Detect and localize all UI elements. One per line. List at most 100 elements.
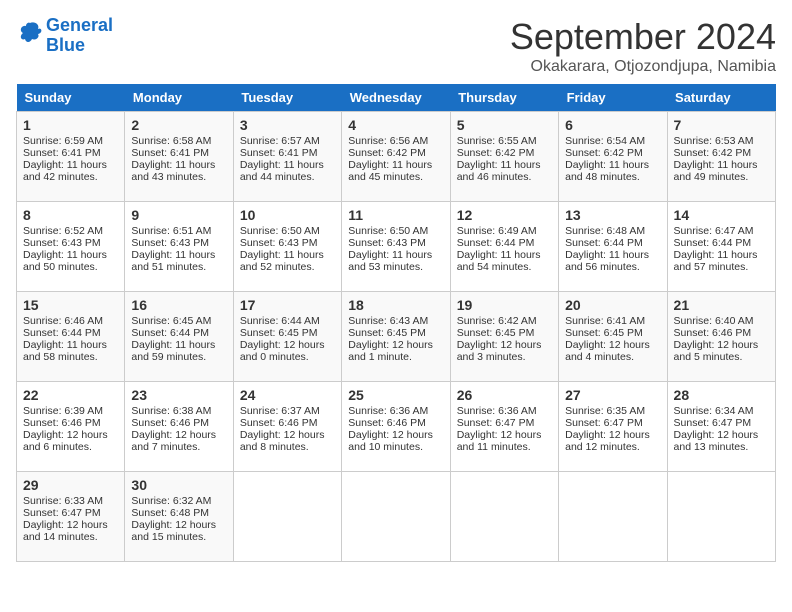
cell-line: Daylight: 11 hours bbox=[131, 249, 226, 261]
day-number: 12 bbox=[457, 207, 552, 223]
cell-line: Sunset: 6:46 PM bbox=[674, 327, 769, 339]
cell-line: Sunrise: 6:48 AM bbox=[565, 225, 660, 237]
cell-line: Sunrise: 6:50 AM bbox=[240, 225, 335, 237]
week-row-2: 8Sunrise: 6:52 AMSunset: 6:43 PMDaylight… bbox=[17, 202, 776, 292]
calendar-cell: 24 Sunrise: 6:37 AMSunset: 6:46 PMDayligh… bbox=[233, 382, 341, 472]
cell-line: Sunset: 6:44 PM bbox=[674, 237, 769, 249]
cell-line: Sunset: 6:44 PM bbox=[457, 237, 552, 249]
cell-line: Daylight: 12 hours bbox=[565, 339, 660, 351]
cell-line: Daylight: 12 hours bbox=[348, 339, 443, 351]
cell-line: Sunset: 6:41 PM bbox=[131, 147, 226, 159]
day-number: 23 bbox=[131, 387, 226, 403]
cell-line: and 46 minutes. bbox=[457, 171, 552, 183]
cell-line: Daylight: 12 hours bbox=[565, 429, 660, 441]
cell-line: and 7 minutes. bbox=[131, 441, 226, 453]
calendar-cell bbox=[233, 472, 341, 562]
calendar-cell: 7Sunrise: 6:53 AMSunset: 6:42 PMDaylight… bbox=[667, 112, 775, 202]
col-header-monday: Monday bbox=[125, 84, 233, 112]
day-number: 17 bbox=[240, 297, 335, 313]
cell-line: Daylight: 11 hours bbox=[565, 159, 660, 171]
cell-line: Sunrise: 6:55 AM bbox=[457, 135, 552, 147]
cell-line: Sunset: 6:46 PM bbox=[23, 417, 118, 429]
calendar-cell: 22Sunrise: 6:39 AMSunset: 6:46 PMDayligh… bbox=[17, 382, 125, 472]
cell-line: Daylight: 11 hours bbox=[131, 159, 226, 171]
cell-line: Daylight: 11 hours bbox=[240, 249, 335, 261]
cell-line: Sunset: 6:46 PM bbox=[131, 417, 226, 429]
day-number: 3 bbox=[240, 117, 335, 133]
cell-line: Daylight: 12 hours bbox=[674, 429, 769, 441]
day-number: 15 bbox=[23, 297, 118, 313]
cell-line: Sunrise: 6:38 AM bbox=[131, 405, 226, 417]
cell-line: Sunset: 6:42 PM bbox=[565, 147, 660, 159]
day-number: 22 bbox=[23, 387, 118, 403]
logo-icon bbox=[16, 19, 44, 47]
day-number: 24 bbox=[240, 387, 335, 403]
cell-line: Sunset: 6:45 PM bbox=[348, 327, 443, 339]
cell-line: and 49 minutes. bbox=[674, 171, 769, 183]
day-number: 21 bbox=[674, 297, 769, 313]
calendar-cell: 16Sunrise: 6:45 AMSunset: 6:44 PMDayligh… bbox=[125, 292, 233, 382]
day-number: 11 bbox=[348, 207, 443, 223]
cell-line: Sunset: 6:42 PM bbox=[457, 147, 552, 159]
cell-line: Daylight: 12 hours bbox=[457, 429, 552, 441]
calendar-cell bbox=[667, 472, 775, 562]
cell-line: Sunrise: 6:59 AM bbox=[23, 135, 118, 147]
cell-line: Sunset: 6:45 PM bbox=[240, 327, 335, 339]
cell-line: Sunrise: 6:36 AM bbox=[348, 405, 443, 417]
calendar-cell: 23Sunrise: 6:38 AMSunset: 6:46 PMDayligh… bbox=[125, 382, 233, 472]
cell-line: Daylight: 12 hours bbox=[348, 429, 443, 441]
cell-line: Sunset: 6:46 PM bbox=[348, 417, 443, 429]
cell-line: Sunset: 6:47 PM bbox=[674, 417, 769, 429]
calendar-cell: 1Sunrise: 6:59 AMSunset: 6:41 PMDaylight… bbox=[17, 112, 125, 202]
day-number: 4 bbox=[348, 117, 443, 133]
cell-line: and 50 minutes. bbox=[23, 261, 118, 273]
cell-line: and 12 minutes. bbox=[565, 441, 660, 453]
cell-line: Sunrise: 6:43 AM bbox=[348, 315, 443, 327]
cell-line: Sunset: 6:41 PM bbox=[240, 147, 335, 159]
week-row-5: 29Sunrise: 6:33 AMSunset: 6:47 PMDayligh… bbox=[17, 472, 776, 562]
cell-line: and 11 minutes. bbox=[457, 441, 552, 453]
day-number: 13 bbox=[565, 207, 660, 223]
cell-line: Daylight: 11 hours bbox=[240, 159, 335, 171]
week-row-3: 15Sunrise: 6:46 AMSunset: 6:44 PMDayligh… bbox=[17, 292, 776, 382]
cell-line: Sunrise: 6:34 AM bbox=[674, 405, 769, 417]
cell-line: Sunset: 6:47 PM bbox=[565, 417, 660, 429]
cell-line: and 43 minutes. bbox=[131, 171, 226, 183]
calendar-cell: 29Sunrise: 6:33 AMSunset: 6:47 PMDayligh… bbox=[17, 472, 125, 562]
day-number: 8 bbox=[23, 207, 118, 223]
day-number: 5 bbox=[457, 117, 552, 133]
col-header-sunday: Sunday bbox=[17, 84, 125, 112]
cell-line: Daylight: 12 hours bbox=[240, 429, 335, 441]
cell-line: and 4 minutes. bbox=[565, 351, 660, 363]
cell-line: Sunset: 6:46 PM bbox=[240, 417, 335, 429]
day-number: 20 bbox=[565, 297, 660, 313]
calendar-cell: 25 Sunrise: 6:36 AMSunset: 6:46 PMDayligh… bbox=[342, 382, 450, 472]
cell-line: Daylight: 11 hours bbox=[457, 249, 552, 261]
cell-line: Sunrise: 6:40 AM bbox=[674, 315, 769, 327]
logo-text: General Blue bbox=[46, 16, 113, 56]
cell-line: Sunrise: 6:32 AM bbox=[131, 495, 226, 507]
cell-line: and 3 minutes. bbox=[457, 351, 552, 363]
cell-line: and 8 minutes. bbox=[240, 441, 335, 453]
cell-line: Sunrise: 6:46 AM bbox=[23, 315, 118, 327]
cell-line: and 13 minutes. bbox=[674, 441, 769, 453]
calendar-cell: 13Sunrise: 6:48 AMSunset: 6:44 PMDayligh… bbox=[559, 202, 667, 292]
calendar-cell: 28Sunrise: 6:34 AMSunset: 6:47 PMDayligh… bbox=[667, 382, 775, 472]
cell-line: Sunset: 6:44 PM bbox=[565, 237, 660, 249]
cell-line: and 58 minutes. bbox=[23, 351, 118, 363]
cell-line: Sunrise: 6:37 AM bbox=[240, 405, 335, 417]
calendar-table: SundayMondayTuesdayWednesdayThursdayFrid… bbox=[16, 84, 776, 562]
day-number: 26 bbox=[457, 387, 552, 403]
col-header-wednesday: Wednesday bbox=[342, 84, 450, 112]
cell-line: Sunrise: 6:39 AM bbox=[23, 405, 118, 417]
cell-line: Sunrise: 6:57 AM bbox=[240, 135, 335, 147]
day-number: 18 bbox=[348, 297, 443, 313]
cell-line: and 56 minutes. bbox=[565, 261, 660, 273]
day-number: 25 bbox=[348, 387, 443, 403]
col-header-tuesday: Tuesday bbox=[233, 84, 341, 112]
cell-line: Sunrise: 6:47 AM bbox=[674, 225, 769, 237]
cell-line: and 10 minutes. bbox=[348, 441, 443, 453]
day-number: 10 bbox=[240, 207, 335, 223]
calendar-cell: 11Sunrise: 6:50 AMSunset: 6:43 PMDayligh… bbox=[342, 202, 450, 292]
calendar-cell: 10Sunrise: 6:50 AMSunset: 6:43 PMDayligh… bbox=[233, 202, 341, 292]
